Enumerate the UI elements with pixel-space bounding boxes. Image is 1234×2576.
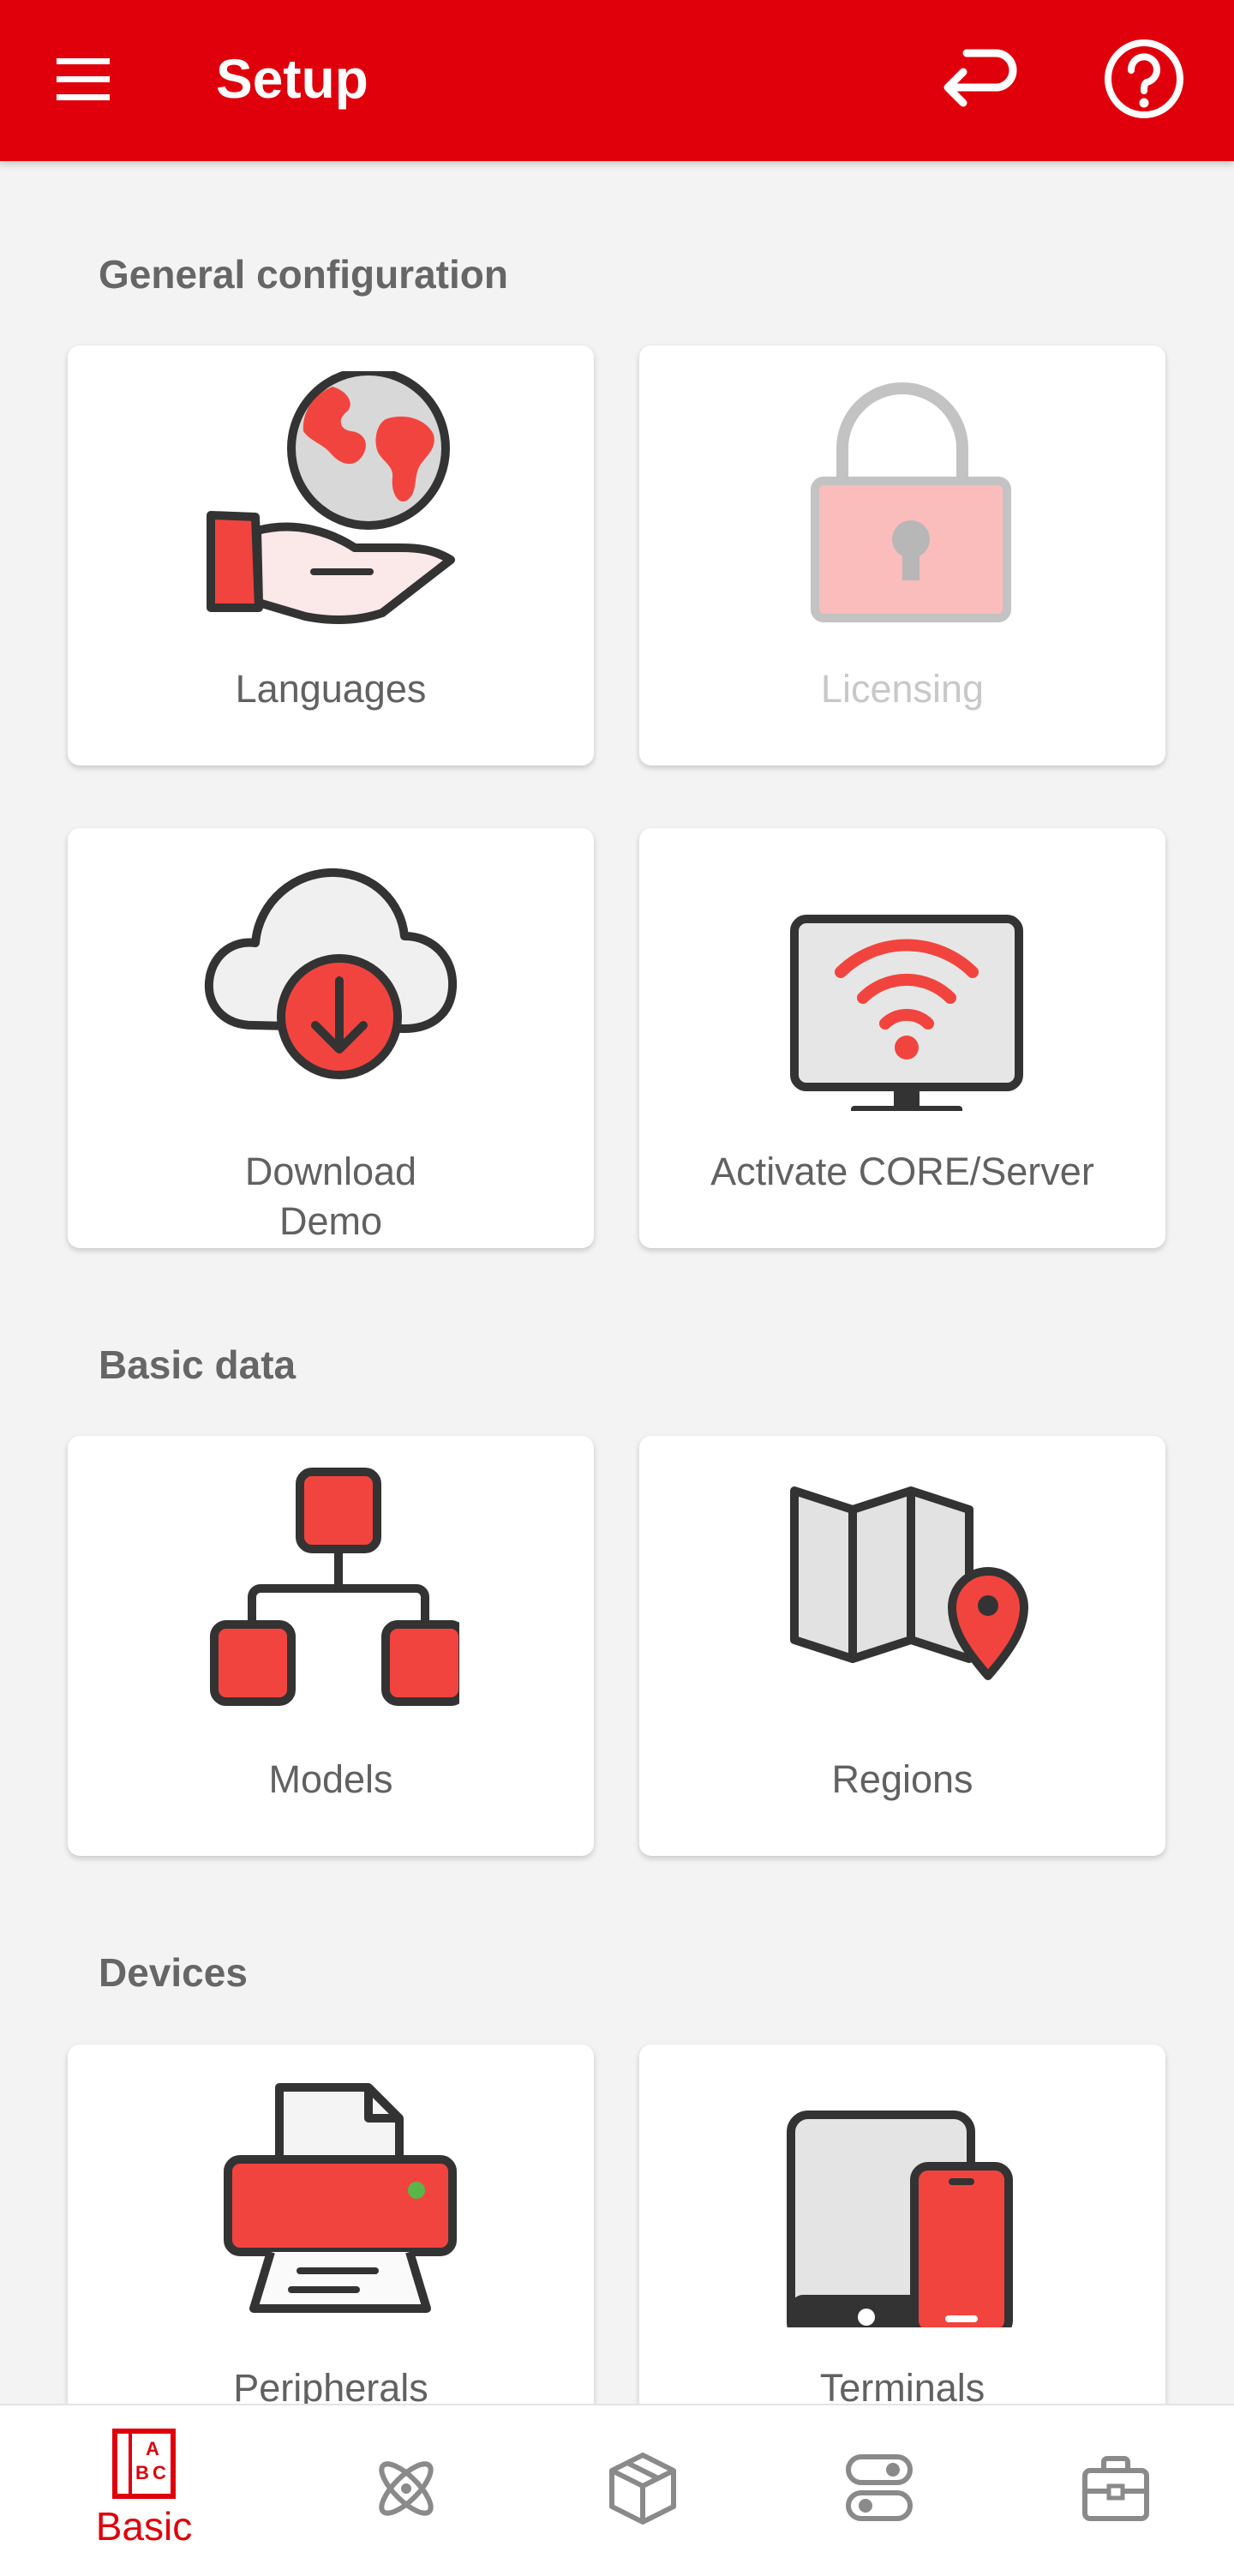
toolbox-icon [1082, 2456, 1149, 2521]
svg-text:A: A [146, 2438, 159, 2459]
back-button[interactable] [927, 39, 1021, 117]
licensing-card: Licensing [639, 345, 1165, 766]
models-card[interactable]: Models [68, 1436, 594, 1856]
padlock-icon [774, 371, 1031, 628]
nav-label-basic: Basic [95, 2504, 193, 2549]
models-label: Models [268, 1757, 393, 1801]
help-button[interactable] [1097, 34, 1191, 129]
nav-item-atom[interactable] [283, 2405, 530, 2576]
monitor-wifi-icon [774, 854, 1031, 1114]
download-demo-database-label: Download Demo Database [244, 1150, 417, 1243]
bottom-navigation: A B C Basic [0, 2404, 1234, 2576]
nav-item-basic[interactable]: A B C Basic [21, 2405, 267, 2576]
download-demo-database-card[interactable]: Download Demo Database [68, 828, 594, 1248]
printer-icon [202, 2070, 459, 2327]
tablet-phone-icon [774, 2070, 1031, 2344]
map-pin-icon [774, 1462, 1031, 1719]
licensing-label: Licensing [820, 667, 985, 711]
atom-icon [379, 2461, 434, 2516]
languages-label: Languages [235, 667, 427, 711]
languages-card[interactable]: Languages [68, 345, 594, 766]
return-arrow-icon [943, 49, 1017, 107]
hierarchy-icon [202, 1462, 467, 1719]
regions-card[interactable]: Regions [639, 1436, 1165, 1856]
section-title-general-configuration: General configuration [99, 252, 508, 297]
toggles-icon [846, 2454, 913, 2521]
page-title: Setup [216, 48, 368, 110]
activate-core-server-label: Activate CORE/Server [710, 1150, 1094, 1193]
nav-item-toolbox[interactable] [992, 2405, 1234, 2576]
globe-hand-icon [202, 367, 459, 628]
terminals-card[interactable]: Terminals [639, 2045, 1165, 2465]
section-title-devices: Devices [99, 1950, 248, 1995]
regions-label: Regions [831, 1757, 973, 1801]
svg-text:C: C [153, 2462, 166, 2483]
activate-core-server-card[interactable]: Activate CORE/Server [639, 828, 1165, 1248]
nav-item-toggles[interactable] [756, 2405, 1003, 2576]
box-icon [609, 2453, 676, 2525]
hamburger-menu-icon [57, 58, 110, 100]
cloud-download-icon [202, 854, 459, 1111]
app-bar: Setup [0, 0, 1234, 161]
abc-icon: A B C [112, 2429, 176, 2499]
help-circle-icon [1105, 39, 1183, 118]
peripherals-card[interactable]: Peripherals [68, 2045, 594, 2465]
section-title-basic-data: Basic data [99, 1342, 297, 1387]
svg-text:B: B [135, 2462, 149, 2483]
nav-item-box[interactable] [519, 2405, 766, 2576]
menu-button[interactable] [50, 53, 118, 106]
